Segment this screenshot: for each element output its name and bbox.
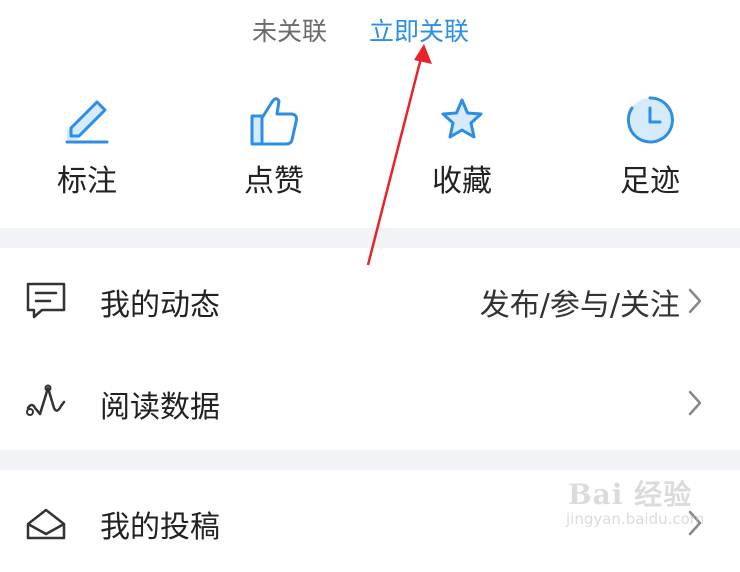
quick-action-label: 足迹 xyxy=(620,164,680,199)
quick-action-favorite[interactable]: 收藏 xyxy=(402,92,522,202)
watermark: Bai 经验 jingyan.baidu.com xyxy=(560,465,730,535)
menu-item-reading-data[interactable]: 阅读数据 xyxy=(0,352,740,452)
quick-action-history[interactable]: 足迹 xyxy=(590,92,710,202)
section-divider xyxy=(0,228,740,248)
chevron-right-icon xyxy=(688,390,702,416)
history-clock-icon xyxy=(626,96,674,144)
thumbs-up-icon xyxy=(250,97,298,146)
menu-item-label: 我的动态 xyxy=(100,288,220,323)
menu-item-label: 我的投稿 xyxy=(100,510,220,545)
associate-now-link[interactable]: 立即关联 xyxy=(369,12,469,48)
star-icon xyxy=(441,98,483,139)
message-icon xyxy=(26,282,66,319)
watermark-logo: Bai 经验 xyxy=(568,478,693,511)
association-bar: 未关联 立即关联 xyxy=(0,8,740,48)
quick-action-label: 点赞 xyxy=(244,164,304,199)
menu-item-label: 阅读数据 xyxy=(100,390,220,425)
quick-action-annotate[interactable]: 标注 xyxy=(27,92,147,202)
quick-action-like[interactable]: 点赞 xyxy=(214,92,334,202)
envelope-icon xyxy=(26,508,66,540)
quick-action-label: 收藏 xyxy=(432,164,492,199)
menu-item-my-activity[interactable]: 我的动态 发布/参与/关注 xyxy=(0,250,740,350)
pencil-icon xyxy=(65,100,109,144)
watermark-url: jingyan.baidu.com xyxy=(566,510,705,528)
menu-item-detail: 发布/参与/关注 xyxy=(479,288,680,323)
pulse-chart-icon xyxy=(26,384,66,416)
quick-actions: 标注 点赞 收藏 足迹 xyxy=(0,92,740,202)
chevron-right-icon xyxy=(688,288,702,314)
quick-action-label: 标注 xyxy=(57,164,117,199)
association-status: 未关联 xyxy=(252,17,328,46)
